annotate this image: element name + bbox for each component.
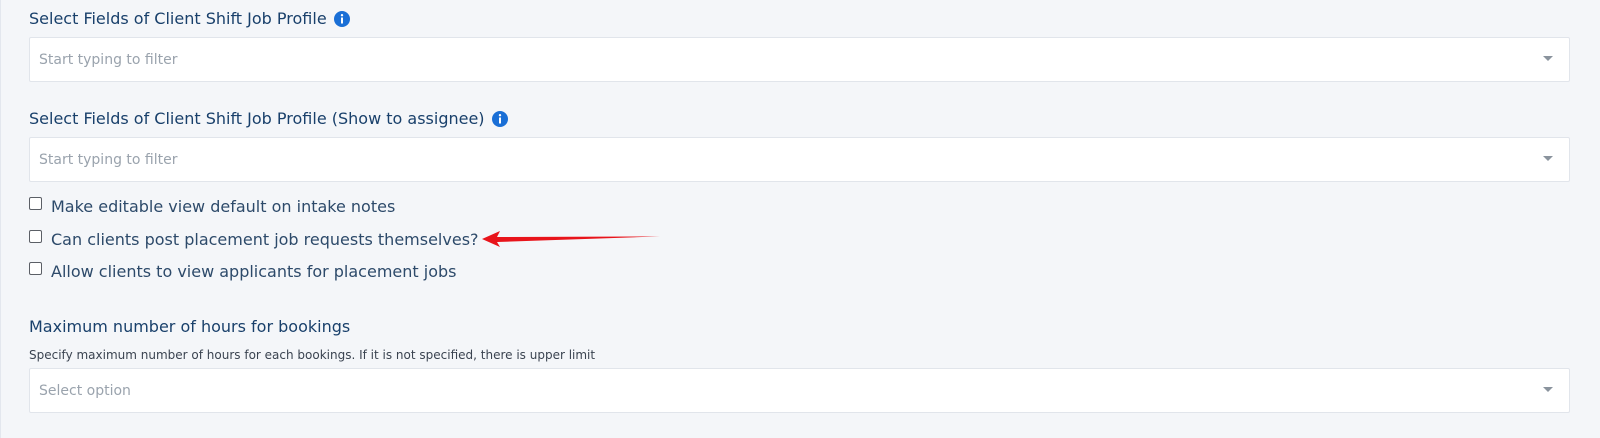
annotation-arrow-icon	[482, 231, 660, 247]
chevron-down-icon[interactable]	[1543, 387, 1553, 392]
left-divider	[0, 0, 1, 438]
clients-view-applicants-option[interactable]: Allow clients to view applicants for pla…	[29, 262, 456, 281]
chevron-down-icon[interactable]	[1543, 56, 1553, 61]
clients-view-applicants-label: Allow clients to view applicants for pla…	[51, 262, 457, 281]
clients-post-requests-checkbox[interactable]	[29, 230, 42, 243]
info-icon[interactable]	[333, 10, 350, 27]
assignee-fields-label-text: Select Fields of Client Shift Job Profil…	[29, 109, 485, 128]
settings-page: Select Fields of Client Shift Job Profil…	[0, 0, 1600, 438]
profile-fields-label-text: Select Fields of Client Shift Job Profil…	[29, 9, 327, 28]
assignee-fields-label: Select Fields of Client Shift Job Profil…	[29, 109, 508, 128]
editable-view-default-checkbox[interactable]	[29, 197, 42, 210]
editable-view-default-option[interactable]: Make editable view default on intake not…	[29, 197, 395, 216]
profile-fields-label: Select Fields of Client Shift Job Profil…	[29, 9, 350, 28]
info-icon[interactable]	[491, 110, 508, 127]
assignee-fields-filter-input[interactable]	[30, 139, 1519, 180]
max-hours-select[interactable]: Select option	[29, 368, 1570, 413]
clients-post-requests-option[interactable]: Can clients post placement job requests …	[29, 230, 479, 249]
max-hours-placeholder: Select option	[39, 382, 131, 399]
profile-fields-select[interactable]	[29, 37, 1570, 82]
clients-post-requests-label: Can clients post placement job requests …	[51, 230, 479, 249]
max-hours-title: Maximum number of hours for bookings	[29, 317, 351, 336]
chevron-down-icon[interactable]	[1543, 156, 1553, 161]
clients-view-applicants-checkbox[interactable]	[29, 262, 42, 275]
editable-view-default-label: Make editable view default on intake not…	[51, 197, 396, 216]
assignee-fields-select[interactable]	[29, 137, 1570, 182]
profile-fields-filter-input[interactable]	[30, 39, 1519, 80]
max-hours-helper-text: Specify maximum number of hours for each…	[29, 348, 596, 362]
